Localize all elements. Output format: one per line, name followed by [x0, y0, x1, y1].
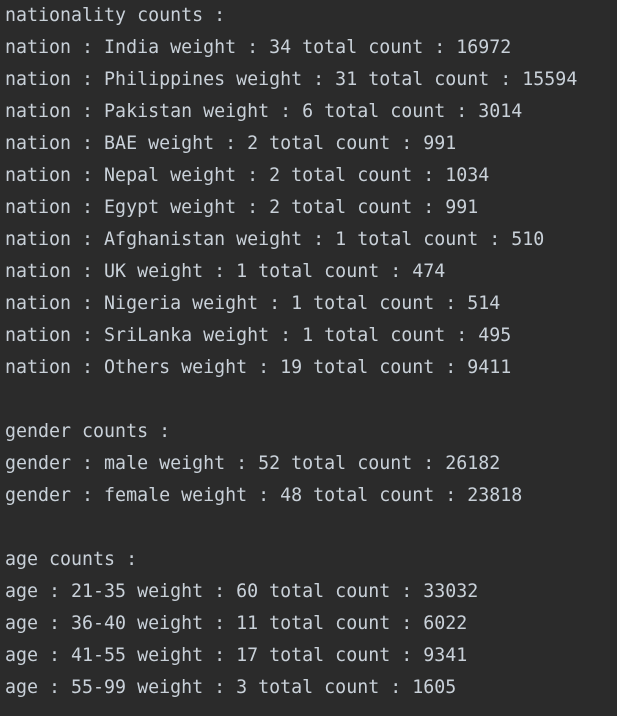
nationality-line: nation : Pakistan weight : 6 total count… [5, 101, 523, 122]
gender-header: gender counts : [5, 421, 171, 442]
age-line: age : 55-99 weight : 3 total count : 160… [5, 677, 457, 698]
nationality-line: nation : UK weight : 1 total count : 474 [5, 261, 446, 282]
nationality-line: nation : Nigeria weight : 1 total count … [5, 293, 501, 314]
nationality-header: nationality counts : [5, 5, 226, 26]
nationality-line: nation : India weight : 34 total count :… [5, 37, 512, 58]
gender-line: gender : female weight : 48 total count … [5, 485, 523, 506]
age-line: age : 36-40 weight : 11 total count : 60… [5, 613, 468, 634]
nationality-line: nation : SriLanka weight : 1 total count… [5, 325, 512, 346]
age-line: age : 21-35 weight : 60 total count : 33… [5, 581, 479, 602]
nationality-line: nation : Philippines weight : 31 total c… [5, 69, 578, 90]
nationality-line: nation : Others weight : 19 total count … [5, 357, 512, 378]
nationality-line: nation : BAE weight : 2 total count : 99… [5, 133, 457, 154]
nationality-line: nation : Egypt weight : 2 total count : … [5, 197, 479, 218]
nationality-line: nation : Afghanistan weight : 1 total co… [5, 229, 545, 250]
age-line: age : 41-55 weight : 17 total count : 93… [5, 645, 468, 666]
age-header: age counts : [5, 549, 138, 570]
nationality-line: nation : Nepal weight : 2 total count : … [5, 165, 490, 186]
gender-line: gender : male weight : 52 total count : … [5, 453, 501, 474]
console-output: nationality counts : nation : India weig… [0, 0, 617, 716]
